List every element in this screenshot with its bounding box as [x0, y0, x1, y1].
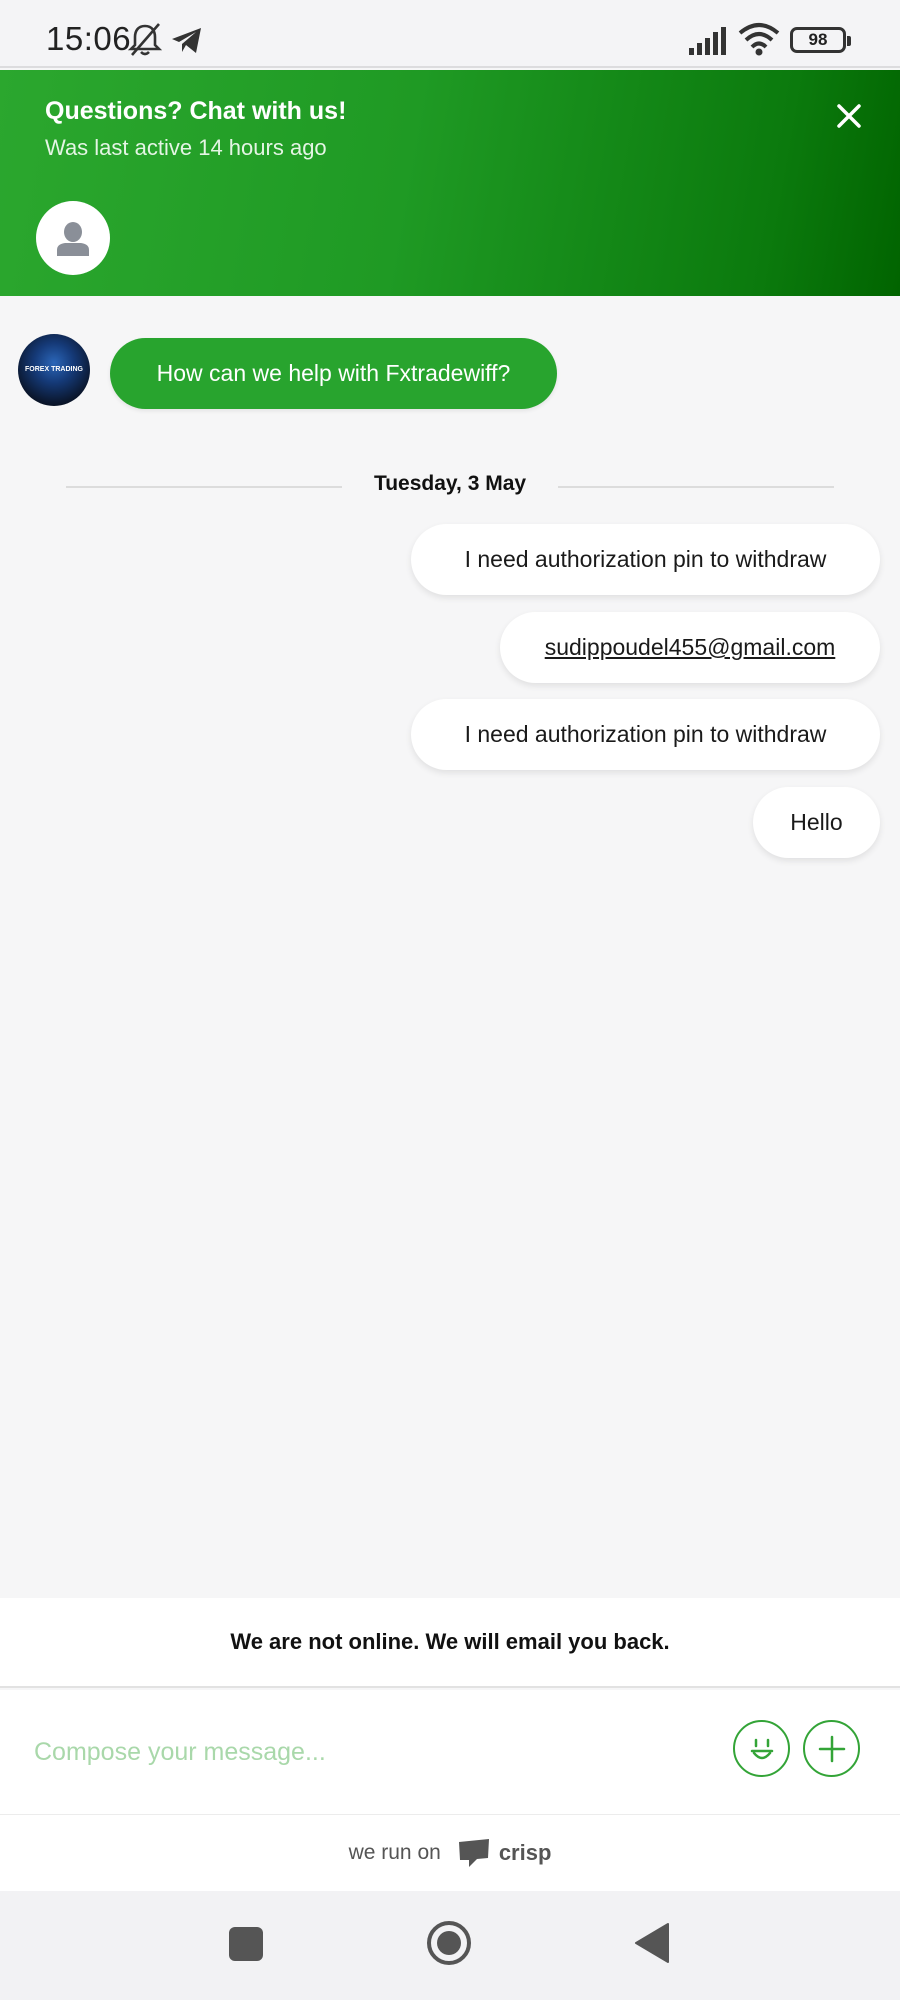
smiley-icon — [750, 1738, 773, 1759]
status-time: 15:06 — [46, 20, 132, 57]
battery-level: 98 — [808, 30, 828, 49]
user-message-text: I need authorization pin to withdraw — [464, 546, 827, 572]
branding-name: crisp — [498, 1840, 552, 1865]
back-button[interactable] — [634, 1922, 670, 1969]
plus-icon — [818, 1735, 845, 1762]
system-nav-bar — [0, 1891, 900, 2000]
emoji-button[interactable] — [733, 1720, 790, 1777]
wifi-icon — [738, 22, 780, 61]
date-separator: Tuesday, 3 May — [66, 468, 834, 504]
bot-message-bubble: How can we help with Fxtradewiff? — [110, 338, 557, 409]
user-message-bubble: sudippoudel455@gmail.com — [500, 612, 880, 683]
date-label: Tuesday, 3 May — [373, 472, 527, 495]
crisp-logo-icon — [458, 1839, 489, 1867]
user-placeholder-icon — [57, 222, 89, 256]
user-message-text: Hello — [790, 809, 843, 835]
bot-avatar: FOREX TRADING — [18, 334, 90, 406]
user-message-text: I need authorization pin to withdraw — [464, 721, 827, 747]
email-link[interactable]: sudippoudel455@gmail.com — [545, 634, 836, 661]
close-icon[interactable] — [833, 100, 865, 132]
user-message-bubble: I need authorization pin to withdraw — [411, 524, 880, 595]
attach-button[interactable] — [803, 1720, 860, 1777]
header-title: Questions? Chat with us! — [45, 97, 347, 125]
offline-notice-text: We are not online. We will email you bac… — [230, 1629, 670, 1654]
chat-header: Questions? Chat with us! Was last active… — [0, 70, 900, 296]
battery-indicator: 98 — [790, 27, 851, 53]
telegram-icon — [170, 26, 204, 61]
offline-notice: We are not online. We will email you bac… — [0, 1598, 900, 1688]
home-button[interactable] — [425, 1919, 473, 1972]
bot-avatar-label: FOREX TRADING — [25, 366, 83, 373]
operator-avatar — [36, 201, 110, 275]
signal-icon — [688, 26, 730, 61]
home-circle-icon — [427, 1921, 471, 1965]
square-icon — [229, 1927, 263, 1961]
compose-bar — [0, 1690, 900, 1815]
user-message-bubble: Hello — [753, 787, 880, 858]
recent-apps-button[interactable] — [228, 1926, 264, 1967]
branding-prefix: we run on — [348, 1841, 441, 1864]
compose-input[interactable] — [34, 1722, 694, 1782]
last-active-status: Was last active 14 hours ago — [45, 135, 327, 160]
bot-message-text: How can we help with Fxtradewiff? — [156, 360, 511, 386]
status-bar: 15:06 98 — [0, 0, 900, 68]
user-message-bubble: I need authorization pin to withdraw — [411, 699, 880, 770]
back-triangle-icon — [635, 1923, 669, 1963]
bell-muted-icon — [127, 22, 163, 63]
date-divider-right — [558, 486, 834, 488]
crisp-branding[interactable]: we run on crisp — [0, 1815, 900, 1891]
